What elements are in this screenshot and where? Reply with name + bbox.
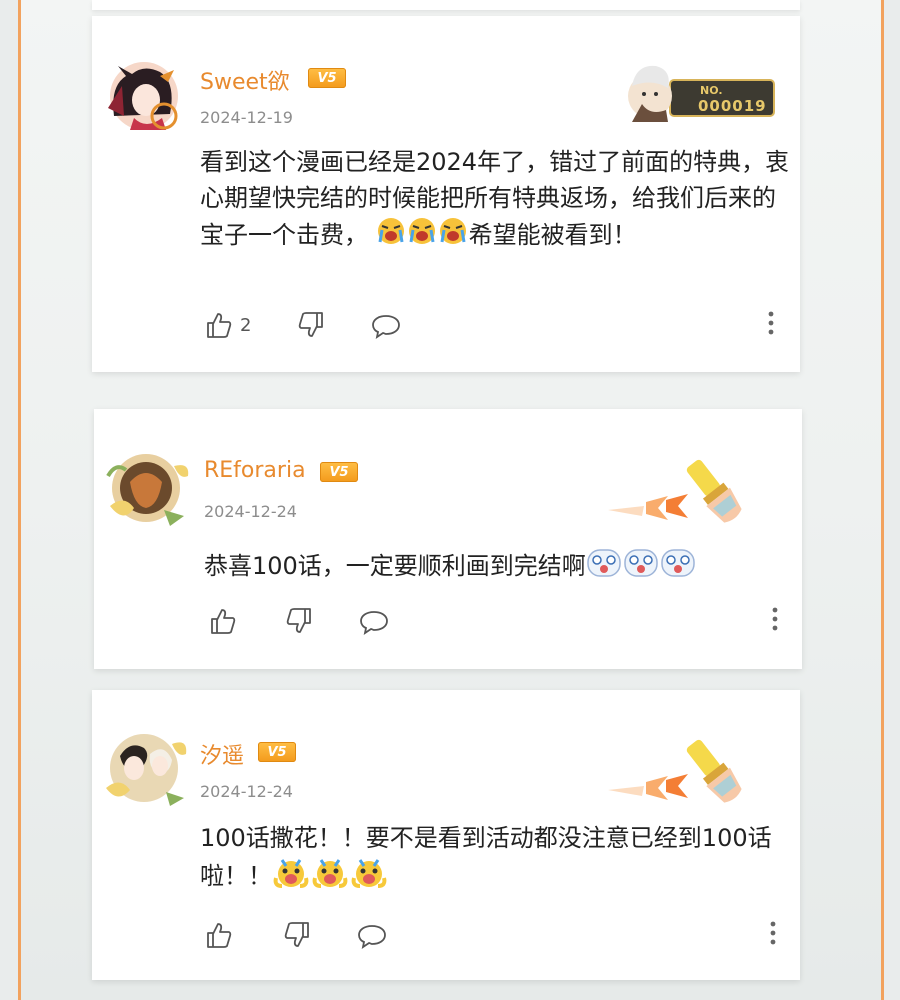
reply-button[interactable]: [358, 608, 390, 636]
like-count: 2: [240, 314, 252, 336]
username[interactable]: Sweet欲: [200, 64, 290, 96]
fan-number-badge: NO. 000019: [622, 56, 778, 124]
paintbrush-badge-icon: [604, 726, 760, 804]
fan-number-label: NO.: [700, 84, 723, 97]
crying-face-emoji: [407, 216, 437, 256]
username[interactable]: 汐遥: [200, 738, 244, 770]
screaming-duck-emoji: [311, 856, 349, 898]
paintbrush-badge-icon: [604, 446, 760, 524]
vip-badge: V5: [308, 68, 346, 88]
comment-text: 恭喜100话，一定要顺利画到完结啊: [204, 546, 794, 588]
more-options-icon[interactable]: [770, 920, 776, 946]
crying-face-emoji: [376, 216, 406, 256]
comment-text: 100话撒花！！要不是看到活动都没注意已经到100话啦！！: [200, 820, 780, 898]
comment-bubble-icon: [358, 925, 386, 949]
shocked-face-emoji: [586, 546, 622, 588]
shocked-face-emoji: [660, 546, 696, 588]
comment-text: 看到这个漫画已经是2024年了，错过了前面的特典，衷心期望快完结的时候能把所有特…: [200, 144, 790, 256]
more-options-icon[interactable]: [768, 310, 774, 336]
dislike-button[interactable]: [284, 606, 314, 636]
screaming-duck-emoji: [350, 856, 388, 898]
reply-button[interactable]: [370, 312, 402, 340]
like-button[interactable]: [204, 920, 234, 950]
like-button[interactable]: [208, 606, 238, 636]
crying-face-emoji: [438, 216, 468, 256]
reply-button[interactable]: [356, 922, 388, 950]
thumbs-down-icon: [284, 922, 309, 947]
avatar[interactable]: [104, 56, 178, 130]
dislike-button[interactable]: [282, 920, 312, 950]
comment-date: 2024-12-19: [200, 108, 293, 127]
avatar[interactable]: [104, 446, 189, 526]
screaming-duck-emoji: [272, 856, 310, 898]
avatar[interactable]: [100, 726, 187, 806]
comment-date: 2024-12-24: [204, 502, 297, 521]
comment-bubble-icon: [372, 315, 400, 339]
more-options-icon[interactable]: [772, 606, 778, 632]
vip-badge: V5: [258, 742, 296, 762]
username[interactable]: REforaria: [204, 458, 306, 483]
comment-bubble-icon: [360, 611, 388, 635]
vip-badge: V5: [320, 462, 358, 482]
comment-text-tail: 希望能被看到！: [468, 221, 637, 249]
thumbs-up-icon: [207, 313, 232, 338]
thumbs-up-icon: [207, 923, 232, 948]
comment-text-body: 恭喜100话，一定要顺利画到完结啊: [204, 552, 586, 580]
like-button[interactable]: 2: [204, 310, 251, 340]
comment-date: 2024-12-24: [200, 782, 293, 801]
dislike-button[interactable]: [296, 310, 326, 340]
thumbs-down-icon: [298, 312, 323, 337]
thumbs-down-icon: [286, 608, 311, 633]
thumbs-up-icon: [211, 609, 236, 634]
shocked-face-emoji: [623, 546, 659, 588]
previous-card-edge: [92, 0, 800, 10]
fan-number: 000019: [698, 97, 767, 115]
